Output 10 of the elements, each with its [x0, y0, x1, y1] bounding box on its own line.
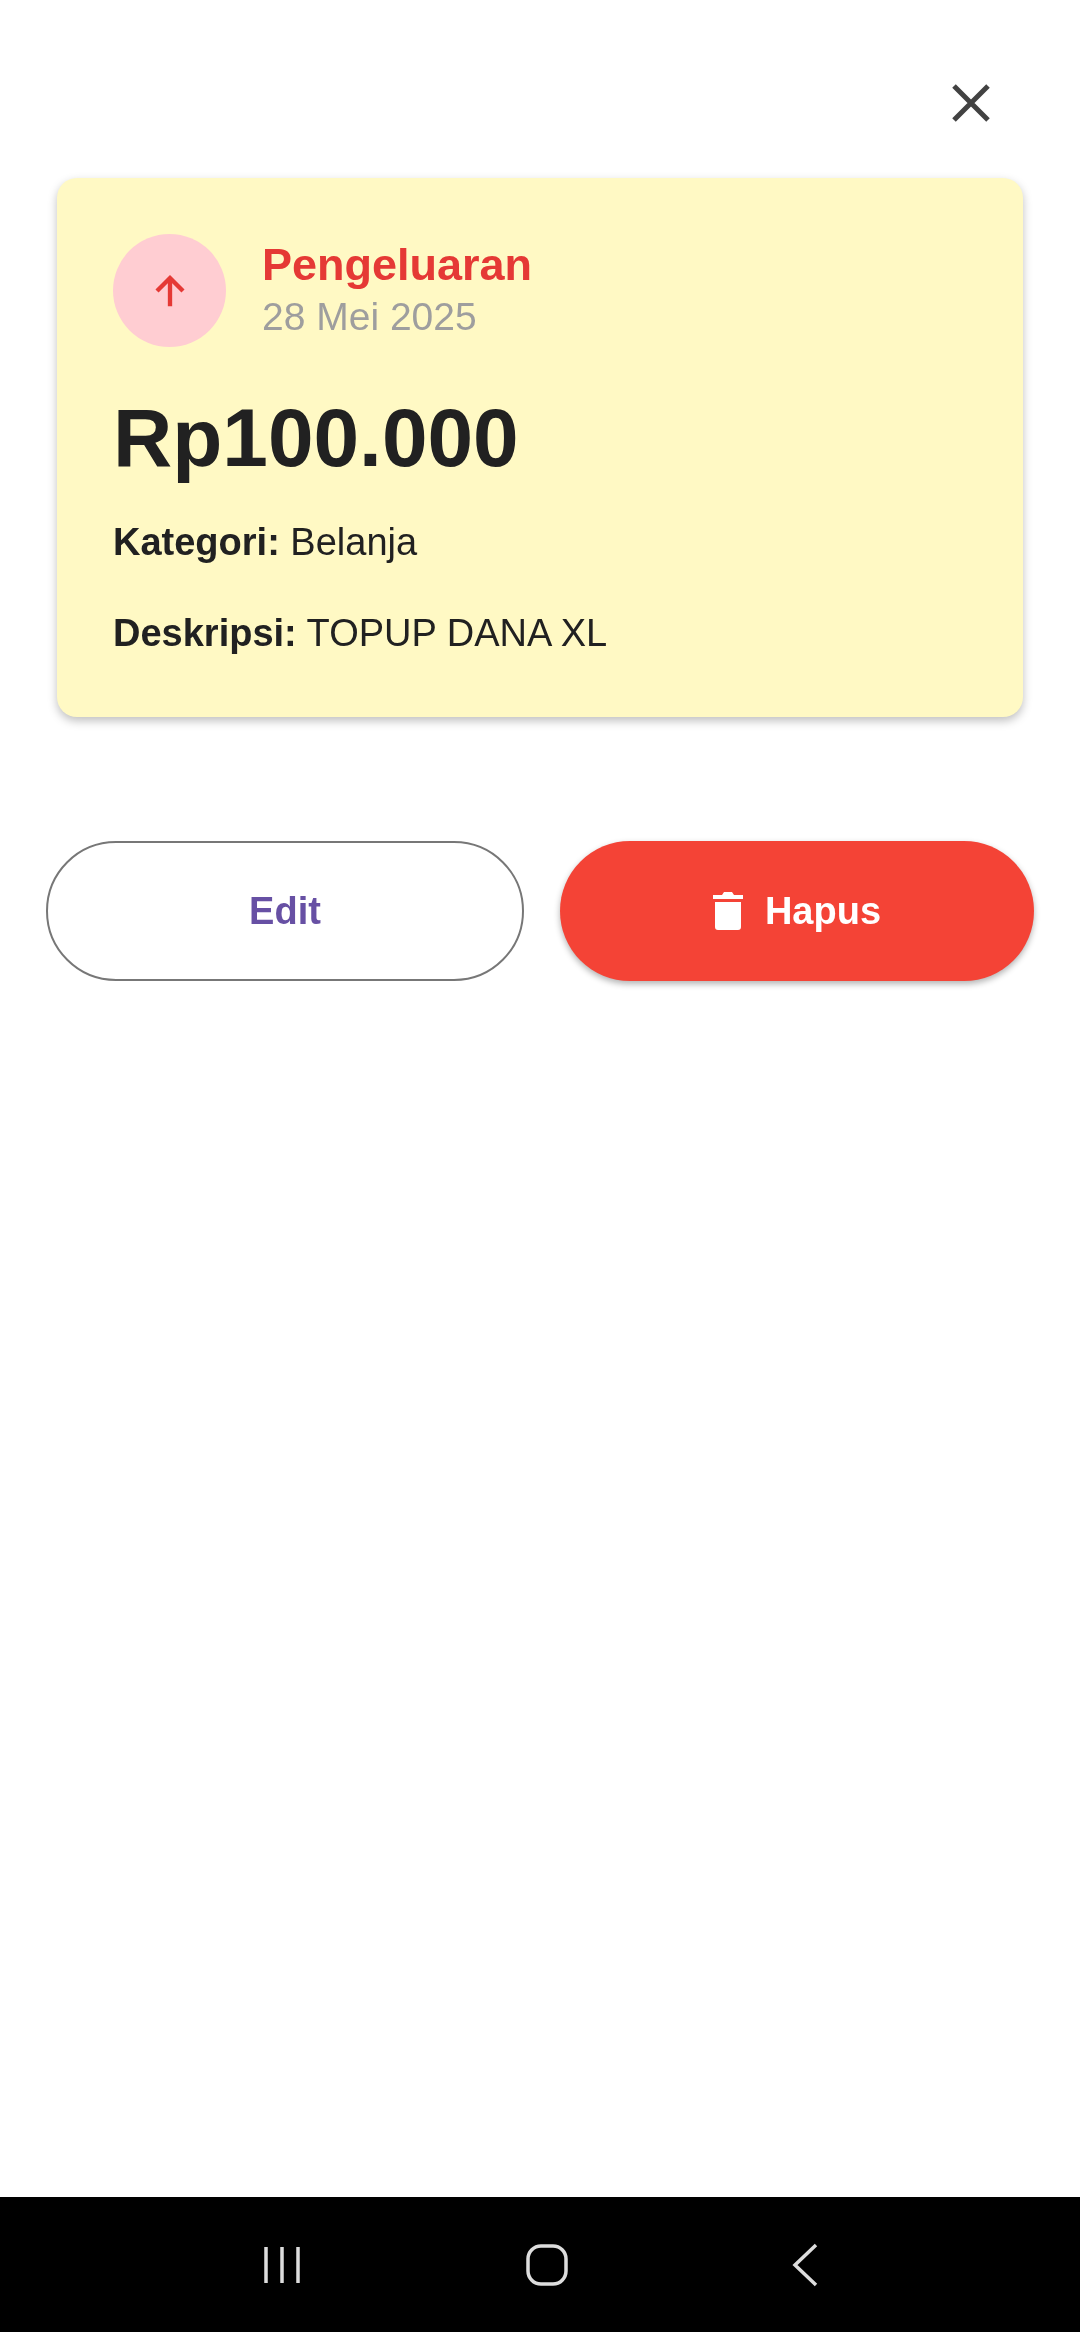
- edit-button[interactable]: Edit: [46, 841, 524, 981]
- transaction-type: Pengeluaran: [262, 238, 533, 293]
- close-icon[interactable]: [950, 82, 992, 124]
- amount: Rp100.000: [113, 391, 520, 485]
- delete-button[interactable]: Hapus: [560, 841, 1034, 981]
- trash-icon: [712, 892, 743, 930]
- transaction-date: 28 Mei 2025: [262, 294, 478, 341]
- home-icon[interactable]: [525, 2242, 569, 2287]
- detail-text: Deskripsi: TOPUP DANA XL: [113, 612, 609, 655]
- detail-text: Kategori: Belanja: [113, 521, 419, 564]
